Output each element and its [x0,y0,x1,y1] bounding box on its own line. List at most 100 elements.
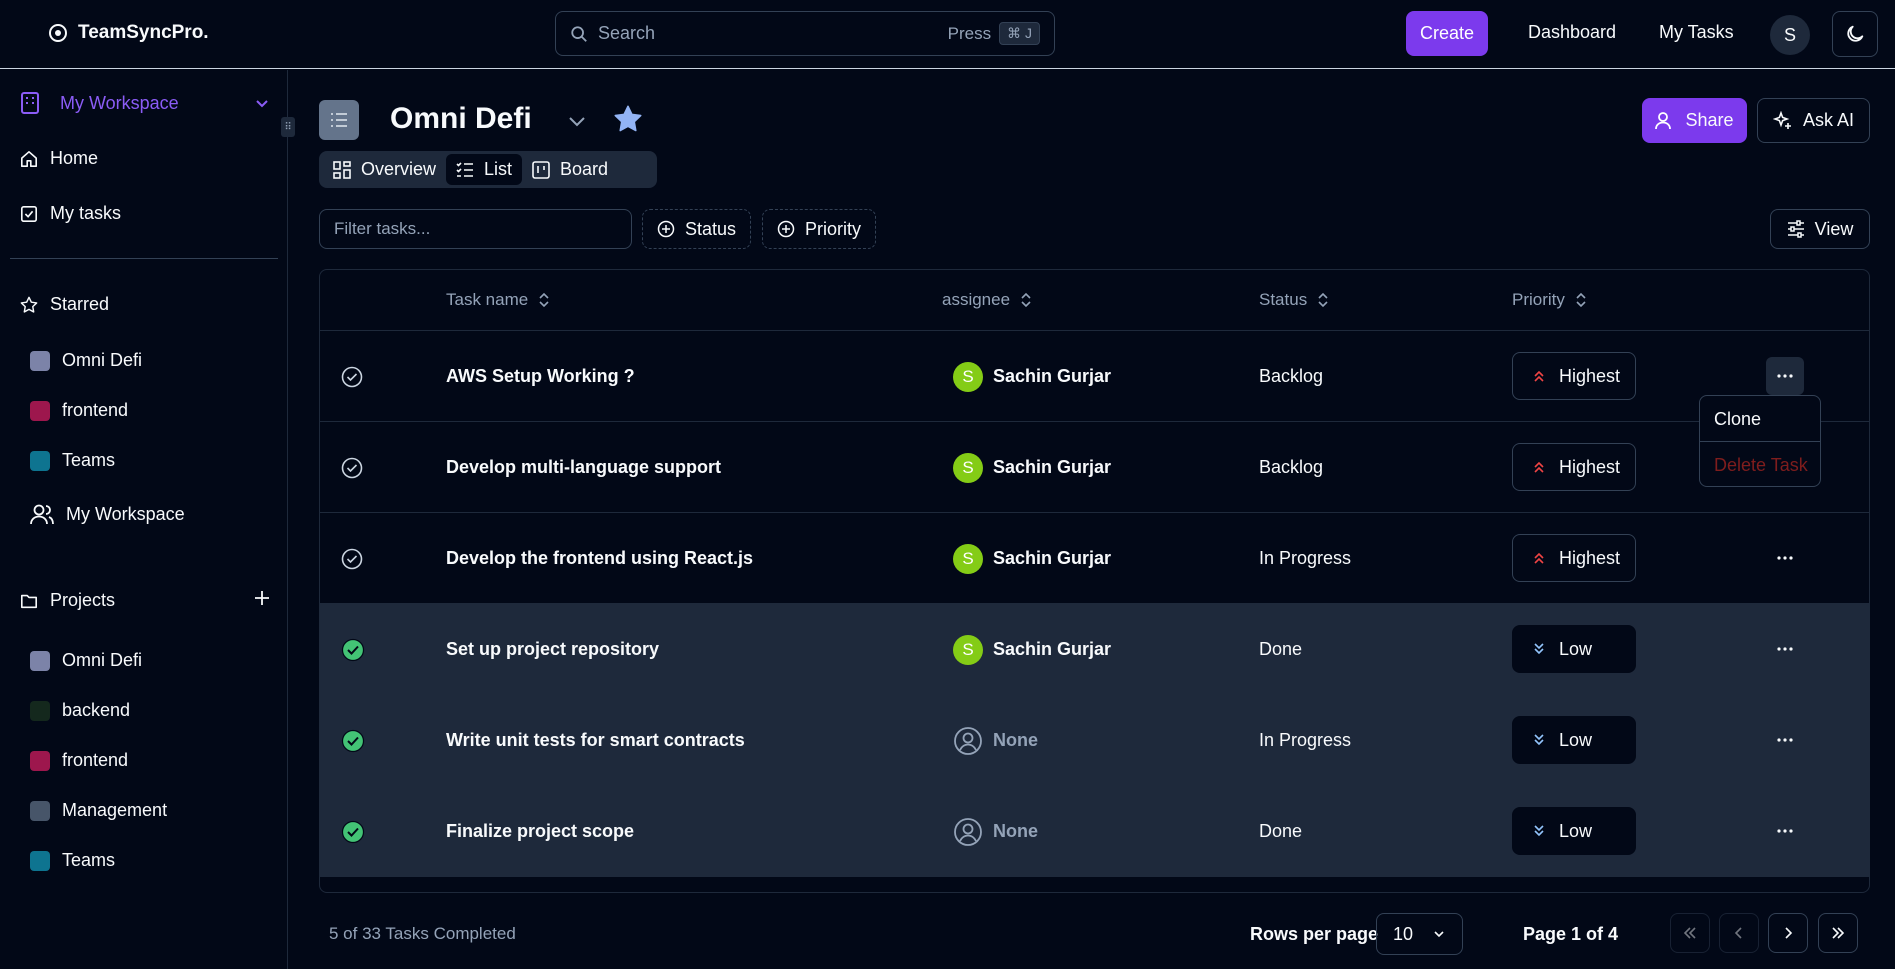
sidebar-item-home[interactable]: Home [20,148,98,169]
priority-label: Highest [1559,547,1621,568]
delete-task-menu-item[interactable]: Delete Task [1714,455,1808,476]
sidebar-item-my-tasks[interactable]: My tasks [20,203,121,224]
view-options-button[interactable]: View [1770,209,1870,249]
project-color-swatch [30,750,50,771]
project-item-label: Omni Defi [62,650,143,670]
check-circle-icon[interactable] [341,786,365,877]
starred-item-my-workspace[interactable]: My Workspace [30,503,185,525]
first-page-button[interactable] [1670,913,1710,953]
tab-list[interactable]: List [446,154,523,185]
more-icon [1777,647,1793,651]
project-item-management[interactable]: Management [30,800,167,821]
chevron-down-icon[interactable] [566,110,588,132]
assignee-name: None [993,821,1038,841]
task-status: Backlog [1259,366,1324,386]
starred-item-teams[interactable]: Teams [30,450,115,471]
filter-tasks-input[interactable]: Filter tasks... [319,209,632,249]
project-item-label: Teams [62,850,116,870]
add-project-icon[interactable] [254,590,270,606]
project-color-swatch [30,650,50,671]
chevrons-down-icon [1533,824,1545,838]
projects-header: Projects [20,590,115,611]
column-header-status[interactable]: Status [1259,290,1329,310]
row-actions-button[interactable] [1766,357,1804,395]
previous-page-button[interactable] [1719,913,1759,953]
table-row[interactable]: Develop multi-language support S Sachin … [320,422,1869,513]
column-header-label: Status [1259,290,1308,309]
status-circle-icon[interactable] [341,331,363,422]
project-color-swatch [30,800,50,821]
chevrons-right-icon [1830,925,1846,941]
tab-board[interactable]: Board [522,154,618,185]
avatar: S [953,634,983,665]
task-assignee: S Sachin Gurjar [953,604,1111,695]
table-row[interactable]: AWS Setup Working ? S Sachin Gurjar Back… [320,331,1869,422]
app-logo[interactable]: TeamSyncPro. [48,22,209,44]
priority-badge[interactable]: Low [1512,625,1636,673]
chevron-right-icon [1780,925,1796,941]
column-header-priority[interactable]: Priority [1512,290,1587,310]
project-item-teams[interactable]: Teams [30,850,115,871]
column-header-task-name[interactable]: Task name [446,290,550,310]
row-actions-button[interactable] [1766,630,1804,668]
sidebar-item-label: Home [50,148,99,168]
nav-dashboard[interactable]: Dashboard [1528,22,1616,43]
sidebar-resize-handle[interactable]: ⠿ [281,117,295,137]
tab-overview[interactable]: Overview [323,154,446,185]
task-name[interactable]: Write unit tests for smart contracts [446,695,745,786]
column-header-assignee[interactable]: assignee [942,290,1032,310]
priority-badge[interactable]: Highest [1512,352,1636,400]
project-color-swatch [30,700,50,721]
task-status: Done [1259,821,1303,841]
task-name[interactable]: Set up project repository [446,604,659,695]
share-button[interactable]: Share [1642,98,1747,143]
project-item-frontend[interactable]: frontend [30,750,128,771]
theme-toggle-button[interactable] [1832,11,1878,57]
star-icon[interactable] [613,104,643,134]
ask-ai-button[interactable]: Ask AI [1757,98,1870,143]
check-circle-icon[interactable] [341,695,365,786]
check-circle-icon[interactable] [341,604,365,695]
clone-menu-item[interactable]: Clone [1714,409,1761,430]
priority-filter-button[interactable]: Priority [762,209,877,249]
task-name[interactable]: Develop the frontend using React.js [446,513,753,604]
starred-item-omni-defi[interactable]: Omni Defi [30,350,142,371]
starred-item-frontend[interactable]: frontend [30,400,128,421]
column-header-label: assignee [942,290,1011,309]
search-press-hint: Press [947,23,992,43]
table-row[interactable]: Develop the frontend using React.js S Sa… [320,513,1869,604]
task-name[interactable]: Develop multi-language support [446,422,721,513]
create-button[interactable]: Create [1406,11,1488,56]
row-actions-button[interactable] [1766,812,1804,850]
task-table: Task name assignee Status Priority AWS S… [319,269,1870,893]
project-color-swatch [30,850,50,871]
row-actions-button[interactable] [1766,539,1804,577]
project-color-swatch [30,400,50,421]
tab-label: Overview [361,159,437,179]
row-actions-button[interactable] [1766,721,1804,759]
task-name[interactable]: AWS Setup Working ? [446,331,635,422]
priority-badge[interactable]: Highest [1512,534,1636,582]
workspace-switcher[interactable]: My Workspace [20,88,270,118]
status-circle-icon[interactable] [341,513,363,604]
table-row[interactable]: Write unit tests for smart contracts Non… [320,695,1869,786]
sort-icon [1317,292,1329,308]
priority-badge[interactable]: Highest [1512,443,1636,491]
priority-badge[interactable]: Low [1512,716,1636,764]
last-page-button[interactable] [1818,913,1858,953]
task-name[interactable]: Finalize project scope [446,786,634,877]
status-filter-button[interactable]: Status [642,209,752,249]
nav-my-tasks[interactable]: My Tasks [1659,22,1734,43]
priority-label: Low [1559,638,1593,659]
next-page-button[interactable] [1768,913,1808,953]
priority-badge[interactable]: Low [1512,807,1636,855]
table-row[interactable]: Finalize project scope None Done Low [320,786,1869,877]
table-row[interactable]: Set up project repository S Sachin Gurja… [320,604,1869,695]
project-item-backend[interactable]: backend [30,700,130,721]
status-filter-label: Status [685,218,737,239]
search-bar[interactable]: Search Press ⌘ J [555,11,1055,56]
rows-per-page-select[interactable]: 10 [1376,913,1463,955]
project-item-omni-defi[interactable]: Omni Defi [30,650,142,671]
user-avatar[interactable]: S [1770,15,1810,55]
status-circle-icon[interactable] [341,422,363,513]
